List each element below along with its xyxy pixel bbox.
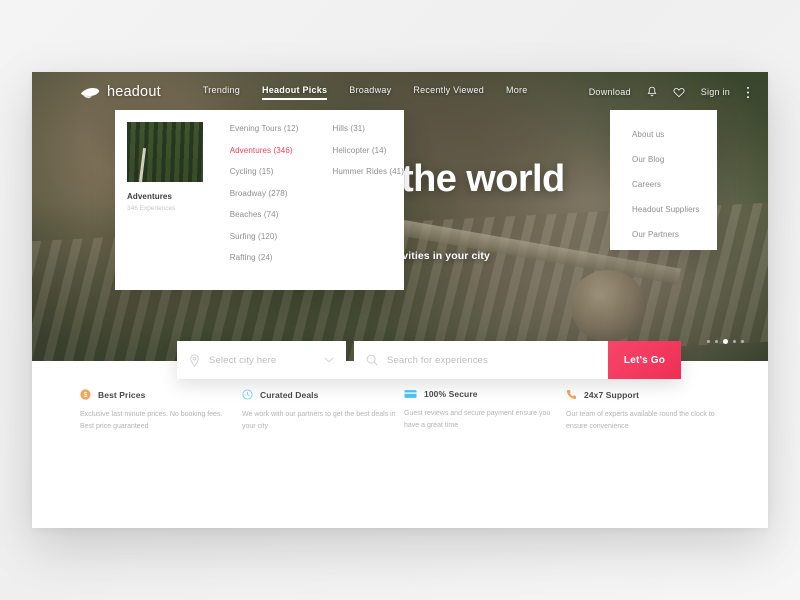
feature-description: Exclusive last minute prices. No booking… (80, 411, 223, 431)
bell-icon[interactable] (647, 86, 657, 98)
menu-item-our-partners[interactable]: Our Partners (632, 230, 717, 239)
mega-menu-item-adventures[interactable]: Adventures (346) (230, 146, 299, 155)
clock-icon (242, 389, 253, 400)
mega-menu-column-2: Hills (31) Helicopter (14) Hummer Rides … (333, 124, 405, 290)
logo[interactable]: headout (80, 84, 161, 100)
mega-menu-item-evening-tours[interactable]: Evening Tours (12) (230, 124, 299, 133)
nav-link-recently-viewed[interactable]: Recently Viewed (413, 85, 484, 100)
city-select-placeholder: Select city here (209, 354, 277, 366)
mega-menu-panel: Adventures 346 Experiences Evening Tours… (115, 110, 404, 290)
feature-header: $ Best Prices (80, 389, 234, 400)
nav-link-trending[interactable]: Trending (203, 85, 240, 100)
app-window: Discover the world Book the best activit… (32, 72, 768, 528)
phone-icon (566, 390, 576, 400)
dollar-circle-icon: $ (80, 389, 91, 400)
mega-menu-item-hummer-rides[interactable]: Hummer Rides (41) (333, 167, 405, 176)
secondary-dropdown-panel: About us Our Blog Careers Headout Suppli… (610, 110, 717, 250)
carousel-dot[interactable] (707, 340, 710, 343)
feature-24x7-support: 24x7 Support Our team of experts availab… (566, 389, 720, 461)
mega-menu-feature-subtitle: 346 Experiences (127, 205, 176, 212)
mega-menu-thumbnail (127, 122, 203, 182)
menu-item-our-blog[interactable]: Our Blog (632, 155, 717, 164)
feature-curated-deals: Curated Deals We work with our partners … (242, 389, 396, 461)
mega-menu-item-surfing[interactable]: Surfing (120) (230, 232, 299, 241)
chevron-down-icon[interactable] (324, 357, 334, 363)
carousel-dot[interactable] (733, 340, 736, 343)
feature-title: 24x7 Support (584, 389, 640, 400)
svg-text:$: $ (84, 392, 88, 399)
top-navigation-bar: headout Trending Headout Picks Broadway … (32, 72, 768, 112)
carousel-dot-active[interactable] (723, 339, 728, 344)
lets-go-button[interactable]: Let's Go (608, 341, 681, 379)
mega-menu-item-helicopter[interactable]: Helicopter (14) (333, 146, 405, 155)
menu-item-about-us[interactable]: About us (632, 130, 717, 139)
map-pin-icon (190, 353, 199, 367)
search-input[interactable]: Search for experiences (354, 341, 608, 379)
feature-best-prices: $ Best Prices Exclusive last minute pric… (80, 389, 234, 461)
menu-item-headout-suppliers[interactable]: Headout Suppliers (632, 205, 717, 214)
carousel-dot[interactable] (715, 340, 718, 343)
hero-carousel-dots[interactable] (707, 339, 744, 344)
nav-secondary-links: Download Sign in (589, 86, 750, 99)
hero-banner: Discover the world Book the best activit… (32, 72, 768, 361)
mega-menu-feature-title: Adventures (127, 192, 173, 201)
more-vertical-icon[interactable] (746, 86, 750, 99)
feature-description: We work with our partners to get the bes… (242, 411, 396, 431)
search-input-placeholder: Search for experiences (387, 354, 488, 366)
paper-plane-logo-icon (80, 87, 100, 98)
nav-link-more[interactable]: More (506, 85, 528, 100)
feature-header: 24x7 Support (566, 389, 720, 400)
feature-header: Curated Deals (242, 389, 396, 400)
feature-title: Curated Deals (260, 389, 319, 400)
divider-badge (424, 527, 445, 528)
feature-title: 100% Secure (424, 389, 478, 399)
feature-description: Our team of experts available round the … (566, 411, 715, 431)
nav-link-headout-picks[interactable]: Headout Picks (262, 85, 328, 100)
mega-menu-feature-card[interactable]: Adventures 346 Experiences (125, 122, 216, 290)
search-bar-gap (346, 341, 354, 379)
nav-link-broadway[interactable]: Broadway (349, 85, 391, 100)
feature-100-secure: 100% Secure Guest reviews and secure pay… (404, 389, 558, 461)
mega-menu-item-cycling[interactable]: Cycling (15) (230, 167, 299, 176)
mega-menu-item-hills[interactable]: Hills (31) (333, 124, 405, 133)
search-icon (366, 354, 378, 366)
mega-menu-item-broadway[interactable]: Broadway (278) (230, 189, 299, 198)
feature-title: Best Prices (98, 389, 146, 400)
carousel-dot[interactable] (741, 340, 744, 343)
heart-icon[interactable] (673, 87, 685, 98)
search-bar: Select city here Search for experiences … (177, 341, 681, 379)
mega-menu-columns: Evening Tours (12) Adventures (346) Cycl… (216, 122, 404, 290)
credit-card-icon (404, 390, 417, 398)
feature-description: Guest reviews and secure payment ensure … (404, 410, 551, 430)
nav-link-download[interactable]: Download (589, 87, 631, 97)
city-select[interactable]: Select city here (177, 341, 346, 379)
nav-primary-links: Trending Headout Picks Broadway Recently… (203, 85, 528, 100)
mega-menu-column-1: Evening Tours (12) Adventures (346) Cycl… (230, 124, 299, 290)
mega-menu-item-rafting[interactable]: Rafting (24) (230, 253, 299, 262)
logo-text: headout (107, 84, 161, 100)
feature-header: 100% Secure (404, 389, 558, 399)
mega-menu-item-beaches[interactable]: Beaches (74) (230, 210, 299, 219)
nav-link-sign-in[interactable]: Sign in (701, 87, 730, 97)
menu-item-careers[interactable]: Careers (632, 180, 717, 189)
